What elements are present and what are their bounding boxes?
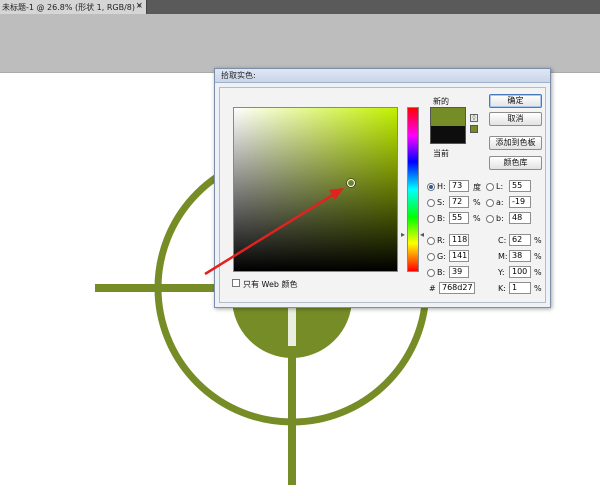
annotation-arrow-line bbox=[204, 191, 337, 276]
annotation-arrow-head bbox=[329, 188, 344, 200]
annotation-arrow bbox=[204, 188, 344, 276]
photoshop-workspace: 未标题-1 @ 26.8% (形状 1, RGB/8) * × 拾取实色: ▸ … bbox=[0, 0, 600, 496]
